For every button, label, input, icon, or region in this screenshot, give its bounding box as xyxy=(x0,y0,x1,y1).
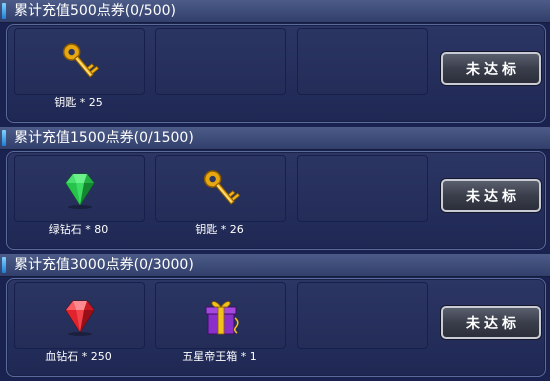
reward-slot-1[interactable] xyxy=(14,155,145,222)
tier-panel: 血钻石 * 250 五星帝王箱 * 1 未达标 xyxy=(6,278,546,377)
tier-panel: 钥匙 * 25 未达标 xyxy=(6,24,546,123)
key-icon xyxy=(62,42,99,78)
reward-slot-2[interactable] xyxy=(155,155,286,222)
tier-title: 累计充值3000点券(0/3000) xyxy=(14,257,194,273)
reward-tier-3000: 累计充值3000点券(0/3000) 血钻石 * 250 五星帝王箱 * 1 未… xyxy=(0,254,550,381)
reward-slot-3[interactable] xyxy=(297,28,428,95)
claim-button[interactable]: 未达标 xyxy=(441,306,541,339)
reward-label: 血钻石 * 250 xyxy=(45,350,112,363)
reward-label: 五星帝王箱 * 1 xyxy=(182,350,257,363)
tier-title: 累计充值1500点券(0/1500) xyxy=(14,130,194,146)
key-icon xyxy=(203,169,240,205)
reward-slot-3[interactable] xyxy=(297,282,428,349)
gift-box-icon xyxy=(205,300,238,334)
reward-slot-1[interactable] xyxy=(14,282,145,349)
tier-marker xyxy=(2,130,6,146)
reward-slot-2[interactable] xyxy=(155,282,286,349)
claim-button[interactable]: 未达标 xyxy=(441,52,541,85)
tier-header: 累计充值3000点券(0/3000) xyxy=(0,254,550,277)
red-diamond-icon xyxy=(64,300,95,336)
reward-label: 钥匙 * 26 xyxy=(195,223,244,236)
tier-header: 累计充值1500点券(0/1500) xyxy=(0,127,550,150)
reward-label: 钥匙 * 25 xyxy=(54,96,103,109)
reward-tier-1500: 累计充值1500点券(0/1500) 绿钻石 * 80 钥匙 * 26 未达标 xyxy=(0,127,550,254)
reward-label: 绿钻石 * 80 xyxy=(48,223,109,236)
tier-marker xyxy=(2,3,6,19)
reward-slot-2[interactable] xyxy=(155,28,286,95)
claim-button[interactable]: 未达标 xyxy=(441,179,541,212)
tier-title: 累计充值500点券(0/500) xyxy=(14,3,176,19)
tier-header: 累计充值500点券(0/500) xyxy=(0,0,550,23)
reward-tier-500: 累计充值500点券(0/500) 钥匙 * 25 未达标 xyxy=(0,0,550,127)
reward-slot-3[interactable] xyxy=(297,155,428,222)
green-diamond-icon xyxy=(64,173,95,209)
tier-panel: 绿钻石 * 80 钥匙 * 26 未达标 xyxy=(6,151,546,250)
reward-slot-1[interactable] xyxy=(14,28,145,95)
tier-marker xyxy=(2,257,6,273)
